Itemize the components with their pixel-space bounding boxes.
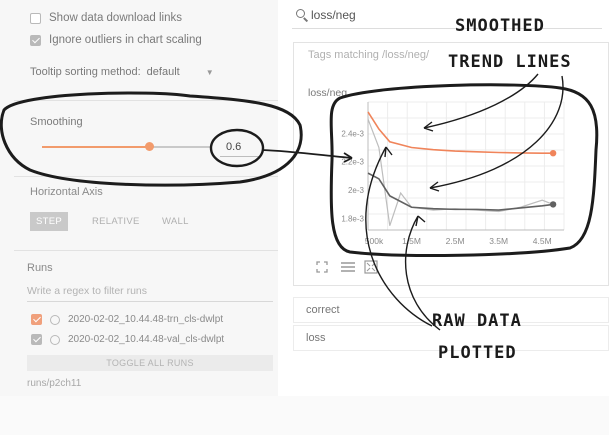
x-tick-label: 1.5M bbox=[402, 236, 421, 246]
y-tick-label: 2.2e-3 bbox=[341, 158, 364, 167]
series-endpoint-dot bbox=[549, 150, 557, 157]
series-endpoint-dot bbox=[549, 201, 557, 208]
series-line bbox=[367, 172, 554, 211]
x-tick-label: 3.5M bbox=[489, 236, 508, 246]
raw-annotation-line1: RAW DATA bbox=[432, 311, 522, 331]
y-tick-label: 1.8e-3 bbox=[341, 215, 364, 224]
raw-annotation-line2: PLOTTED bbox=[438, 343, 517, 363]
smoothed-annotation-line2: TREND LINES bbox=[448, 52, 572, 72]
fullscreen-icon[interactable] bbox=[316, 261, 328, 273]
y-tick-label: 2e-3 bbox=[348, 186, 365, 195]
x-tick-label: 2.5M bbox=[446, 236, 465, 246]
smoothed-annotation-line1: SMOOTHED bbox=[455, 16, 545, 36]
x-tick-label: 4.5M bbox=[533, 236, 552, 246]
y-tick-label: 2.4e-3 bbox=[341, 129, 364, 138]
toggle-log-scale-icon[interactable] bbox=[340, 262, 356, 272]
x-tick-label: 500k bbox=[365, 236, 384, 246]
fit-domain-icon[interactable] bbox=[364, 260, 378, 274]
